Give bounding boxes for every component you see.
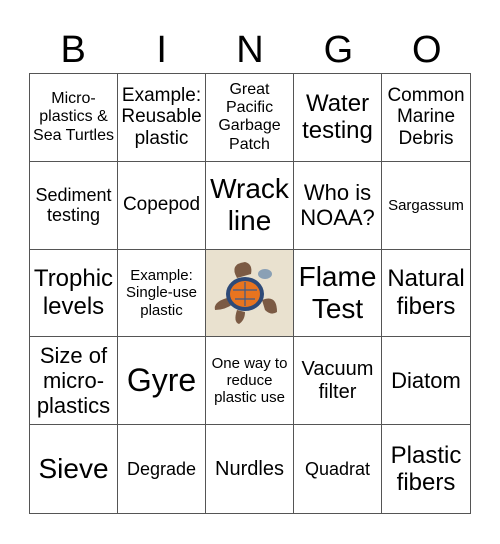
header-letter-n: N [236, 29, 264, 71]
bingo-cell[interactable]: Great Pacific Garbage Patch [206, 74, 294, 162]
bingo-cell[interactable]: Wrack line [206, 161, 294, 250]
bingo-cell[interactable]: Micro-plastics & Sea Turtles [30, 74, 118, 162]
bingo-cell[interactable]: Natural fibers [382, 250, 470, 338]
bingo-cell[interactable]: Nurdles [206, 425, 294, 513]
bingo-cell[interactable]: One way to reduce plastic use [206, 337, 294, 426]
bingo-grid: Micro-plastics & Sea Turtles Example: Re… [29, 73, 471, 514]
bingo-cell[interactable]: Sieve [30, 425, 118, 513]
header-letter-i: I [156, 29, 167, 71]
bingo-cell[interactable]: Flame Test [294, 249, 382, 338]
bingo-cell[interactable]: Copepod [118, 161, 206, 250]
bingo-cell[interactable]: Size of micro-plastics [30, 337, 118, 426]
bingo-cell[interactable]: Trophic levels [30, 249, 118, 338]
bingo-cell[interactable]: Degrade [118, 425, 206, 513]
bingo-cell[interactable]: Gyre [118, 337, 206, 426]
header-letter-o: O [412, 29, 442, 71]
free-space[interactable] [206, 249, 294, 338]
bingo-cell[interactable]: Sargassum [382, 162, 470, 250]
header-letter-g: G [323, 29, 354, 71]
bingo-header: B I N G O [29, 28, 471, 72]
bingo-cell[interactable]: Plastic fibers [382, 425, 470, 513]
bingo-cell[interactable]: Water testing [294, 74, 382, 162]
bingo-cell[interactable]: Example: Single-use plastic [118, 249, 206, 338]
bingo-cell[interactable]: Sediment testing [30, 161, 118, 250]
bingo-cell[interactable]: Common Marine Debris [382, 74, 470, 162]
bingo-cell[interactable]: Diatom [382, 337, 470, 426]
header-letter-b: B [60, 29, 86, 71]
bingo-cell[interactable]: Who is NOAA? [294, 161, 382, 250]
bingo-cell[interactable]: Vacuum filter [294, 337, 382, 426]
bingo-cell[interactable]: Example: Reusable plastic [118, 74, 206, 162]
sea-turtle-icon [206, 249, 293, 336]
bingo-cell[interactable]: Quadrat [294, 425, 382, 513]
